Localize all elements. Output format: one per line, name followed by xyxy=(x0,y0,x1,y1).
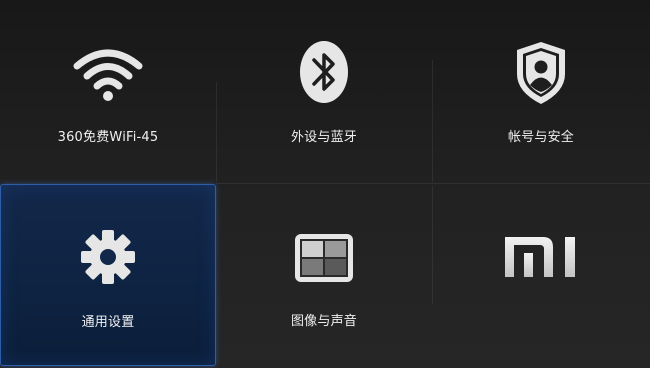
tile-wifi[interactable]: 360免费WiFi-45 xyxy=(0,0,216,183)
tile-general-settings[interactable]: 通用设置 xyxy=(0,184,216,366)
bluetooth-icon xyxy=(298,40,350,104)
tile-label: 图像与声音 xyxy=(290,314,357,329)
tile-label: 通用设置 xyxy=(81,315,135,330)
tile-label: 帐号与安全 xyxy=(507,130,574,145)
mi-logo-icon xyxy=(505,237,577,277)
wifi-icon xyxy=(71,44,145,102)
settings-home-screen: 360免费WiFi-45 外设与蓝牙 帐号与安全 通用设置 图像与声音 xyxy=(0,0,650,368)
tile-account-security[interactable]: 帐号与安全 xyxy=(432,0,650,183)
tile-picture-sound[interactable]: 图像与声音 xyxy=(216,184,432,366)
tile-bluetooth[interactable]: 外设与蓝牙 xyxy=(216,0,432,183)
tile-mi[interactable] xyxy=(432,184,650,366)
account-security-icon xyxy=(513,40,569,106)
gear-icon xyxy=(79,228,137,286)
picture-sound-icon xyxy=(294,233,354,283)
tile-label: 360免费WiFi-45 xyxy=(57,130,159,145)
tile-label: 外设与蓝牙 xyxy=(290,130,357,145)
